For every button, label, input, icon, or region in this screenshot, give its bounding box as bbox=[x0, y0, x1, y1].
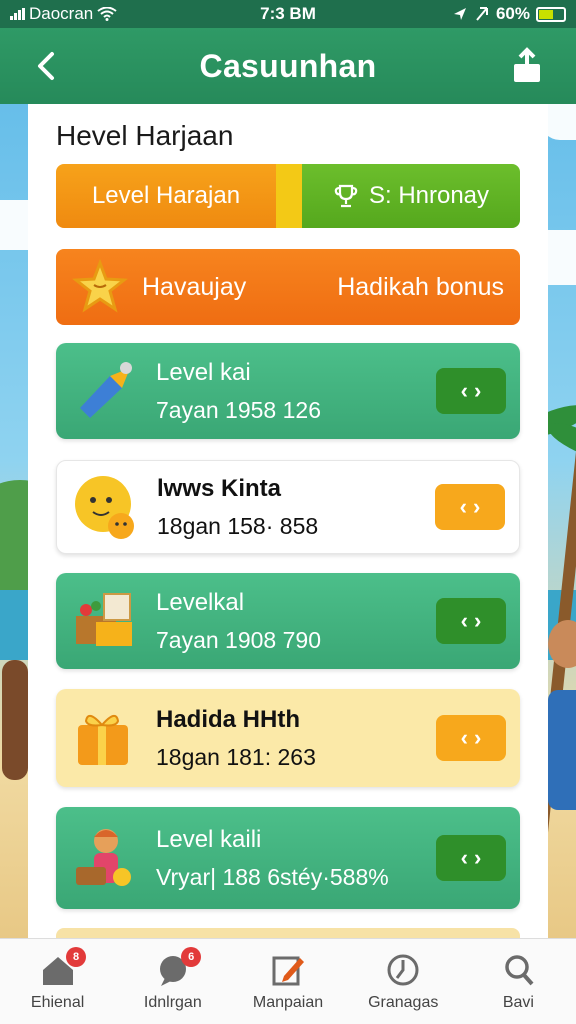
tab-label: Level Harajan bbox=[91, 182, 241, 209]
item-meta: Vryar| 188 6stéy·588% bbox=[156, 863, 389, 890]
level-tabs: Level Harajan S: Hnronay bbox=[56, 164, 520, 228]
nav-profile[interactable]: Bavi bbox=[461, 939, 576, 1024]
item-arrow-button[interactable]: ‹ › bbox=[436, 715, 506, 761]
notification-badge: 6 bbox=[181, 947, 202, 967]
list-item[interactable]: Hadida HHth 18gan 181: 263 ‹ › bbox=[56, 689, 520, 787]
profile-icon bbox=[505, 954, 534, 985]
item-title: Level kai bbox=[156, 358, 251, 386]
list-item[interactable]: Level kaili Vryar| 188 6stéy·588% ‹ › bbox=[56, 807, 520, 909]
page-title: Casuunhan bbox=[199, 47, 377, 84]
arrow-label: ‹ › bbox=[459, 494, 481, 519]
list-item[interactable]: Levelkal 7ayan 1908 790 ‹ › bbox=[56, 573, 520, 669]
clock: 7:3 BM bbox=[260, 4, 316, 23]
nav-home[interactable]: 8 Ehienal bbox=[0, 939, 115, 1024]
app-header: Casuunhan bbox=[0, 28, 576, 104]
nav-label: Bavi bbox=[502, 993, 534, 1011]
arrow-label: ‹ › bbox=[460, 378, 482, 403]
bottom-navigation: 8 Ehienal 6 Idnlrgan Manpaian Granagas B… bbox=[0, 938, 576, 1024]
tab-label: S: Hnronay bbox=[368, 182, 490, 209]
arrow-label: ‹ › bbox=[460, 608, 482, 633]
chevron-left-icon bbox=[38, 52, 54, 80]
list-item[interactable]: Level kai 7ayan 1958 126 ‹ › bbox=[56, 343, 520, 439]
nav-history[interactable]: Granagas bbox=[346, 939, 461, 1024]
notification-badge: 8 bbox=[66, 947, 86, 967]
tab-divider bbox=[276, 164, 302, 228]
item-title: lwws Kinta bbox=[157, 474, 282, 502]
battery-icon bbox=[536, 6, 566, 22]
nav-label: Idnlrgan bbox=[143, 993, 202, 1011]
tab-level-harajan[interactable]: Level Harajan bbox=[56, 164, 276, 228]
arrow-label: ‹ › bbox=[460, 845, 482, 870]
emoji-icon bbox=[75, 476, 134, 539]
person-left bbox=[2, 660, 28, 780]
person-body bbox=[548, 690, 576, 810]
wifi-icon bbox=[97, 7, 117, 21]
item-title: Level kaili bbox=[156, 825, 262, 853]
nav-label: Granagas bbox=[368, 993, 439, 1011]
battery-percent: 60% bbox=[495, 4, 530, 23]
nav-label: Manpaian bbox=[252, 993, 324, 1011]
item-meta: 18gan 181: 263 bbox=[156, 743, 316, 770]
main-panel: Hevel Harjaan Level Harajan S: Hnronay H… bbox=[28, 104, 548, 958]
item-arrow-button[interactable]: ‹ › bbox=[436, 368, 506, 414]
item-title: Levelkal bbox=[156, 588, 245, 616]
carrier-name: Daocran bbox=[29, 4, 94, 23]
signal-icon bbox=[10, 8, 25, 20]
nav-manage[interactable]: Manpaian bbox=[230, 939, 345, 1024]
item-meta: 7ayan 1958 126 bbox=[156, 396, 321, 423]
item-title: Hadida HHth bbox=[156, 705, 300, 733]
edit-icon bbox=[272, 956, 304, 985]
section-title: Hevel Harjaan bbox=[56, 120, 234, 151]
clock-icon bbox=[387, 954, 419, 985]
item-meta: 18gan 158· 858 bbox=[157, 512, 319, 539]
item-meta: 7ayan 1908 790 bbox=[156, 626, 321, 653]
signal-arrow-icon bbox=[476, 7, 488, 21]
tab-hnronay[interactable]: S: Hnronay bbox=[302, 164, 520, 228]
trophy-icon bbox=[334, 184, 358, 208]
share-icon bbox=[514, 47, 540, 82]
star-icon bbox=[72, 259, 128, 313]
share-button[interactable] bbox=[510, 46, 546, 86]
megaphone-icon bbox=[80, 362, 132, 418]
item-arrow-button[interactable]: ‹ › bbox=[436, 598, 506, 644]
person-basket-icon bbox=[76, 829, 131, 886]
back-button[interactable] bbox=[28, 48, 64, 84]
bonus-left-label: Havaujay bbox=[142, 272, 247, 301]
present-icon bbox=[78, 714, 128, 765]
item-arrow-button[interactable]: ‹ › bbox=[436, 835, 506, 881]
bonus-banner[interactable]: Havaujay Hadikah bonus bbox=[56, 249, 520, 325]
list-item[interactable]: lwws Kinta 18gan 158· 858 ‹ › bbox=[56, 460, 520, 554]
status-bar: Daocran 7:3 BM 60% bbox=[0, 0, 576, 28]
person-head bbox=[548, 620, 576, 668]
item-arrow-button[interactable]: ‹ › bbox=[435, 484, 505, 530]
bonus-right-label: Hadikah bonus bbox=[337, 272, 504, 301]
arrow-label: ‹ › bbox=[460, 725, 482, 750]
location-icon bbox=[453, 8, 466, 20]
nav-label: Ehienal bbox=[30, 993, 85, 1011]
nav-messages[interactable]: 6 Idnlrgan bbox=[115, 939, 230, 1024]
gift-box-icon bbox=[76, 593, 132, 646]
